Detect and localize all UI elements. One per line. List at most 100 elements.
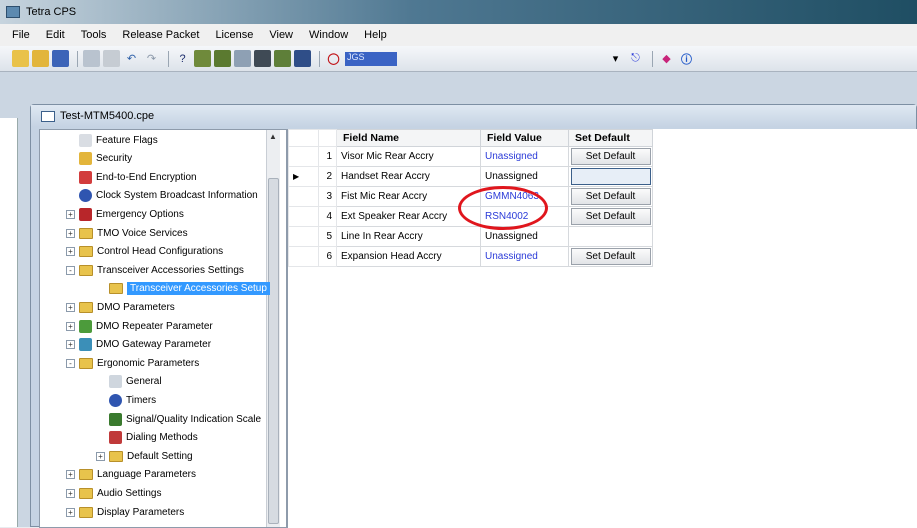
field-value-cell[interactable]: Unassigned <box>480 166 569 187</box>
scroll-up-icon[interactable]: ▲ <box>269 132 277 141</box>
table-row[interactable]: 5 Line In Rear Accry Unassigned <box>288 226 653 247</box>
tree-item-label: General <box>126 376 162 388</box>
tree-item[interactable]: + Display Parameters <box>66 503 184 521</box>
open-folder-icon[interactable] <box>12 50 29 67</box>
tree-item[interactable]: Clock System Broadcast Information <box>66 187 258 205</box>
tree-item-label: Transceiver Accessories Setup <box>127 282 270 296</box>
expand-icon[interactable]: + <box>66 209 75 219</box>
expand-icon[interactable]: + <box>66 247 75 257</box>
field-value-cell[interactable]: Unassigned <box>480 146 569 167</box>
clone-icon[interactable] <box>234 50 251 67</box>
binoculars-icon[interactable]: ⎋ <box>627 50 644 67</box>
tree-item[interactable]: + Language Parameters <box>66 466 196 484</box>
table-row[interactable]: 6 Expansion Head Accry Unassigned Set Defau… <box>288 246 653 267</box>
field-value-cell[interactable]: Unassigned <box>480 246 569 267</box>
expand-icon[interactable]: + <box>96 451 105 461</box>
expand-icon[interactable]: + <box>66 302 75 312</box>
tree-item[interactable]: + Audio Settings <box>66 484 162 502</box>
tree-item[interactable]: Timers <box>96 391 156 409</box>
tree-item[interactable]: Feature Flags <box>66 131 158 149</box>
undo-icon[interactable]: ↶ <box>123 50 140 67</box>
set-default-button[interactable]: Set Default <box>570 208 651 225</box>
expand-icon[interactable]: + <box>66 340 75 350</box>
document-titlebar[interactable]: Test-MTM5400.cpe <box>31 105 916 127</box>
collapse-icon[interactable]: - <box>66 358 75 368</box>
app-icon <box>6 6 20 18</box>
toolbar-combo[interactable]: JGS <box>345 51 397 66</box>
tree-item[interactable]: + TMO Voice Services <box>66 224 188 242</box>
table-row[interactable]: ▶ 2 Handset Rear Accry Unassigned <box>288 166 653 187</box>
set-default-button[interactable]: Set Default <box>570 148 651 165</box>
tree-item[interactable]: + DMO Gateway Parameter <box>66 336 211 354</box>
tree-item-label: DMO Gateway Parameter <box>96 339 212 351</box>
radio-icon[interactable] <box>254 50 271 67</box>
row-index: 5 <box>318 226 337 247</box>
paste-icon[interactable] <box>103 50 120 67</box>
tree-item[interactable]: Dialing Methods <box>96 429 198 447</box>
tree-item[interactable]: - Ergonomic Parameters <box>66 354 199 372</box>
menu-help[interactable]: Help <box>356 29 395 41</box>
scroll-thumb[interactable] <box>268 178 279 524</box>
expand-icon[interactable]: + <box>66 228 75 238</box>
menu-license[interactable]: License <box>207 29 261 41</box>
expand-icon[interactable]: + <box>66 321 75 331</box>
expand-icon[interactable]: + <box>66 488 75 498</box>
document-title: Test-MTM5400.cpe <box>60 110 155 122</box>
tree-item[interactable]: + Control Head Configurations <box>66 243 223 261</box>
expand-icon[interactable]: + <box>66 507 75 517</box>
stop-icon[interactable]: ◯ <box>325 50 342 67</box>
copy-icon[interactable] <box>83 50 100 67</box>
tree-item[interactable]: Security <box>66 150 132 168</box>
tree-item[interactable]: - Transceiver Accessories Settings <box>66 261 244 279</box>
set-default-button[interactable]: Set Default <box>570 188 651 205</box>
save-icon[interactable] <box>52 50 69 67</box>
row-selector[interactable] <box>288 146 319 167</box>
tree-item-label: Ergonomic Parameters <box>97 357 200 369</box>
field-grid: Field Name Field Value Set Default 1 Viso… <box>287 129 917 528</box>
tree-item[interactable]: Transceiver Accessories Setup <box>96 280 270 298</box>
tree-scrollbar[interactable]: ▲ <box>266 130 280 527</box>
help-pointer-icon[interactable]: ? <box>174 50 191 67</box>
menu-view[interactable]: View <box>261 29 301 41</box>
row-selector[interactable] <box>288 186 319 207</box>
tree-item-label: Dialing Methods <box>126 432 198 444</box>
read-radio-icon[interactable] <box>194 50 211 67</box>
tree-item[interactable]: General <box>96 373 162 391</box>
menu-edit[interactable]: Edit <box>38 29 73 41</box>
key-icon <box>79 152 92 166</box>
expand-icon[interactable]: + <box>66 470 75 480</box>
diamond-icon[interactable]: ◆ <box>658 50 675 67</box>
tree-item[interactable]: + DMO Repeater Parameter <box>66 317 213 335</box>
row-selector[interactable] <box>288 246 319 267</box>
dropdown-arrow-icon[interactable]: ▾ <box>607 50 624 67</box>
program-icon[interactable] <box>274 50 291 67</box>
open-file-icon[interactable] <box>32 50 49 67</box>
tree-item[interactable]: + Default Setting <box>96 447 193 465</box>
menu-release-packet[interactable]: Release Packet <box>114 29 207 41</box>
tree-item[interactable]: End-to-End Encryption <box>66 168 197 186</box>
tree-item[interactable]: Signal/Quality Indication Scale <box>96 410 261 428</box>
index-header <box>318 129 337 147</box>
tree-item[interactable]: + Emergency Options <box>66 205 184 223</box>
tree-item[interactable]: + DMO Parameters <box>66 298 175 316</box>
menu-file[interactable]: File <box>4 29 38 41</box>
tree-item-label: Signal/Quality Indication Scale <box>126 413 262 425</box>
write-radio-icon[interactable] <box>214 50 231 67</box>
row-selector[interactable] <box>288 226 319 247</box>
set-default-focus-cell[interactable] <box>570 168 651 185</box>
encryption-icon <box>79 170 92 184</box>
menu-window[interactable]: Window <box>301 29 356 41</box>
upgrade-icon[interactable] <box>294 50 311 67</box>
redo-icon[interactable]: ↷ <box>143 50 160 67</box>
field-value-header[interactable]: Field Value <box>480 129 569 147</box>
row-selector[interactable]: ▶ <box>288 166 319 187</box>
set-default-cell: Set Default <box>568 146 653 167</box>
field-name-header[interactable]: Field Name <box>336 129 481 147</box>
row-selector[interactable] <box>288 206 319 227</box>
table-row[interactable]: 1 Visor Mic Rear Accry Unassigned Set Defau… <box>288 146 653 167</box>
set-default-button[interactable]: Set Default <box>570 248 651 265</box>
menu-tools[interactable]: Tools <box>73 29 115 41</box>
set-default-header[interactable]: Set Default <box>568 129 653 147</box>
info-icon[interactable]: ⓘ <box>678 50 695 67</box>
collapse-icon[interactable]: - <box>66 265 75 275</box>
